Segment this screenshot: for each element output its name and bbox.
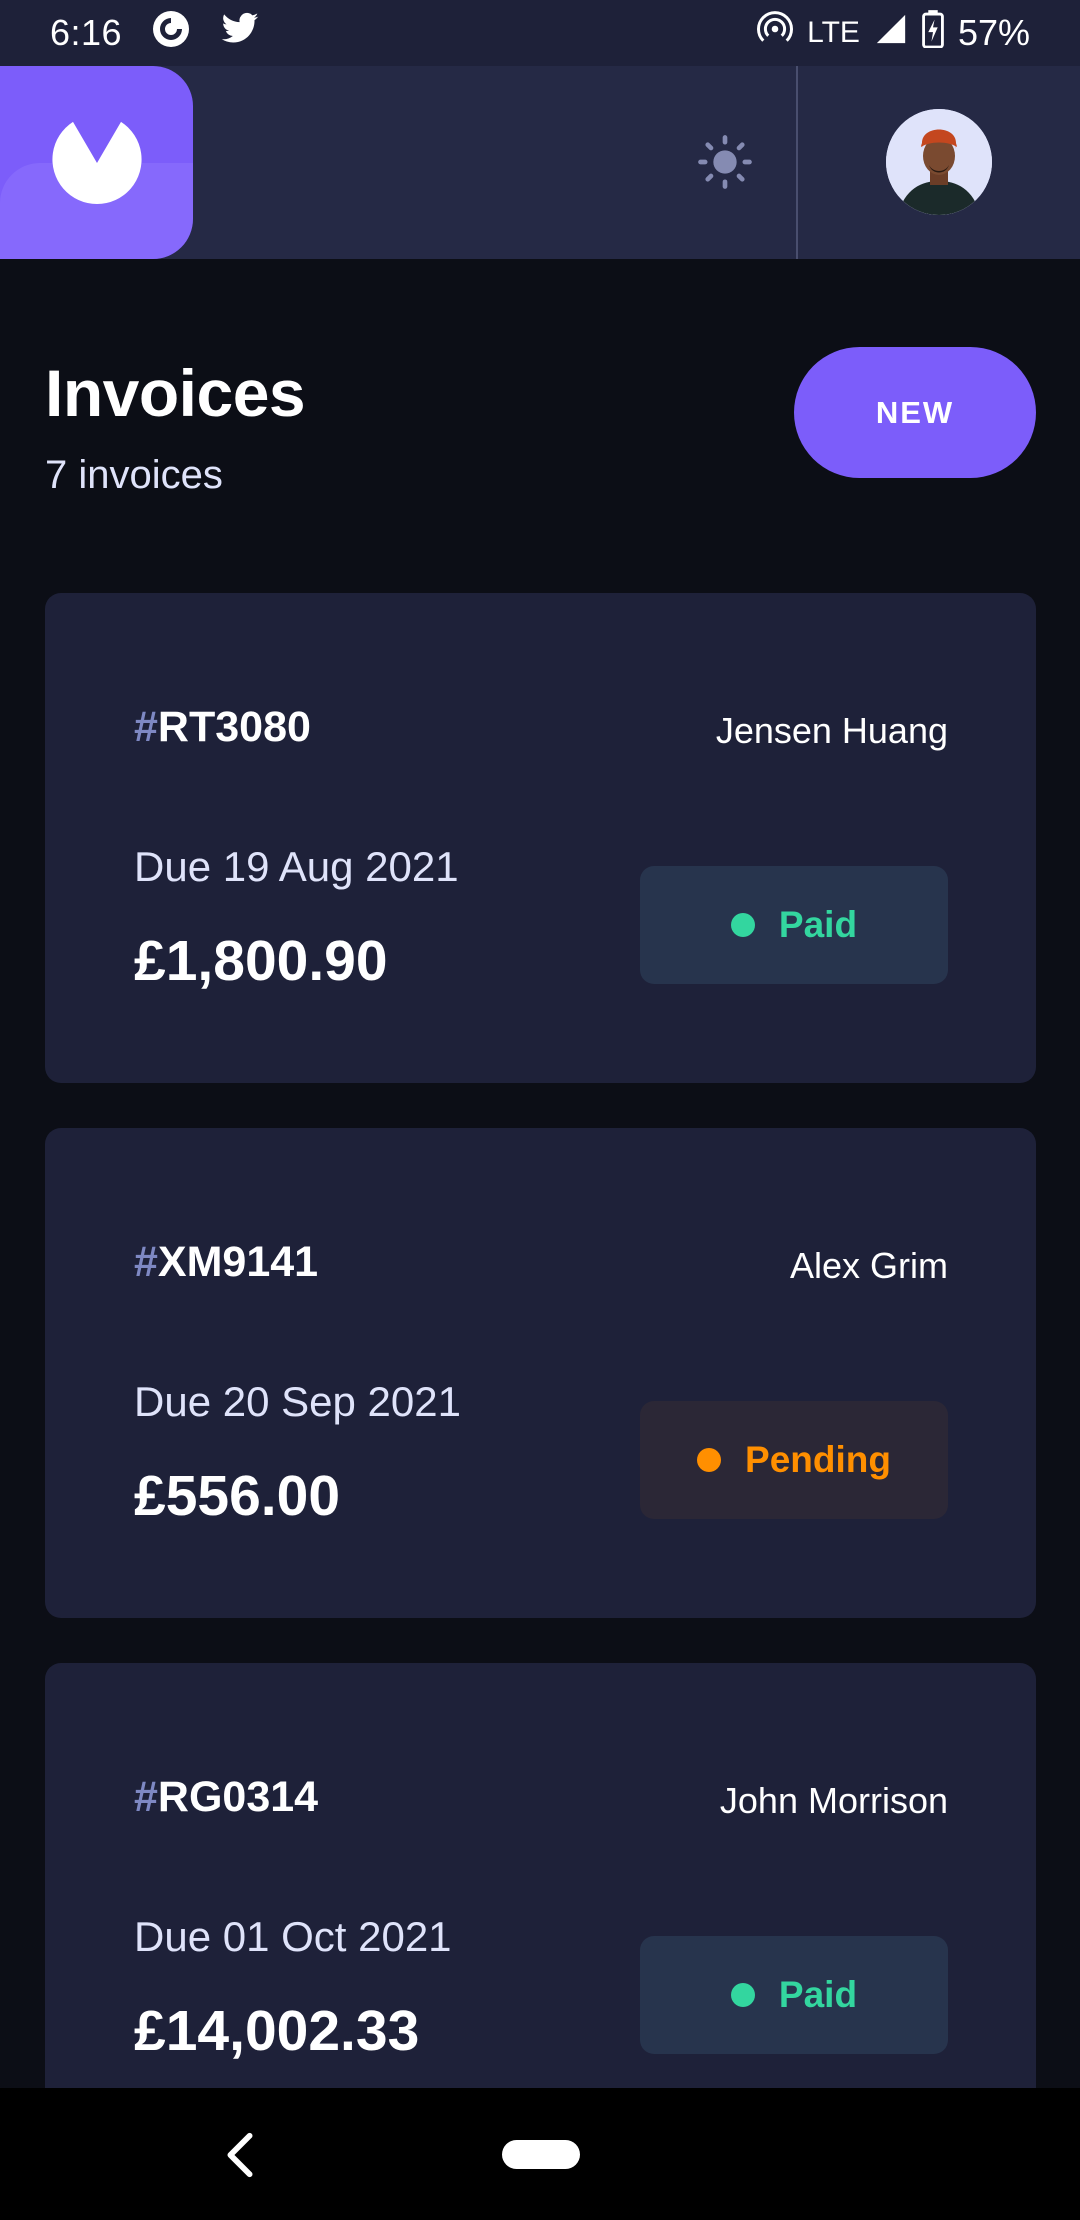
invoice-card[interactable]: #XM9141 Alex Grim Due 20 Sep 2021 £556.0… — [45, 1128, 1036, 1618]
status-badge: Paid — [640, 1936, 948, 2054]
page-title: Invoices — [45, 356, 306, 430]
signal-icon — [874, 12, 908, 55]
status-label: Paid — [778, 904, 858, 945]
invoice-card[interactable]: #RG0314 John Morrison Due 01 Oct 2021 £1… — [45, 1663, 1036, 2153]
status-time: 6:16 — [50, 12, 123, 53]
status-label: Pending — [745, 1439, 891, 1480]
invoice-number: XM9141 — [157, 1238, 319, 1286]
status-dot-icon — [730, 913, 755, 937]
due-date: Due 20 Sep 2021 — [134, 1378, 461, 1425]
app-logo-icon — [51, 121, 142, 204]
client-name: Alex Grim — [789, 1245, 948, 1286]
header-divider — [796, 66, 798, 259]
status-bar: 6:16 LTE 57% — [0, 0, 1080, 66]
status-dot-icon — [697, 1448, 722, 1472]
battery-charging-icon — [922, 9, 944, 57]
status-dot-icon — [730, 1983, 755, 2007]
status-badge: Paid — [640, 866, 948, 984]
invoice-id: #RT3080 — [134, 703, 311, 752]
invoice-hash: # — [134, 1238, 158, 1286]
network-type: LTE — [807, 16, 860, 49]
home-pill-icon[interactable] — [502, 2140, 580, 2169]
status-label: Paid — [778, 1974, 858, 2015]
due-date: Due 01 Oct 2021 — [134, 1913, 452, 1960]
app-screen: 6:16 LTE 57% Invoices 7 invoices NEW #RT… — [0, 0, 1080, 2220]
twitter-icon — [220, 12, 260, 55]
new-invoice-button[interactable]: NEW — [794, 347, 1036, 478]
pocketcasts-icon — [152, 10, 190, 57]
client-name: Jensen Huang — [715, 710, 948, 751]
invoice-number: RT3080 — [157, 703, 311, 751]
battery-percent: 57% — [957, 12, 1030, 53]
app-logo[interactable] — [0, 66, 193, 259]
invoice-hash: # — [134, 1773, 158, 1821]
theme-toggle-button[interactable] — [690, 132, 760, 192]
invoice-id: #RG0314 — [134, 1773, 318, 1822]
app-header — [0, 66, 1080, 259]
invoice-number: RG0314 — [157, 1773, 319, 1821]
status-badge: Pending — [640, 1401, 948, 1519]
invoice-hash: # — [134, 703, 158, 751]
invoice-list: #RT3080 Jensen Huang Due 19 Aug 2021 £1,… — [45, 593, 1036, 2198]
invoice-amount: £556.00 — [134, 1464, 341, 1528]
invoice-count: 7 invoices — [45, 453, 223, 497]
hotspot-icon — [757, 10, 794, 56]
client-name: John Morrison — [719, 1780, 948, 1821]
user-avatar[interactable] — [886, 109, 992, 215]
invoice-card[interactable]: #RT3080 Jensen Huang Due 19 Aug 2021 £1,… — [45, 593, 1036, 1083]
due-date: Due 19 Aug 2021 — [134, 843, 459, 890]
invoice-amount: £14,002.33 — [134, 1999, 420, 2063]
invoice-amount: £1,800.90 — [134, 929, 388, 993]
back-icon[interactable] — [220, 2130, 260, 2180]
system-navigation-bar — [0, 2088, 1080, 2220]
sun-icon — [698, 135, 752, 189]
invoice-id: #XM9141 — [134, 1238, 318, 1287]
